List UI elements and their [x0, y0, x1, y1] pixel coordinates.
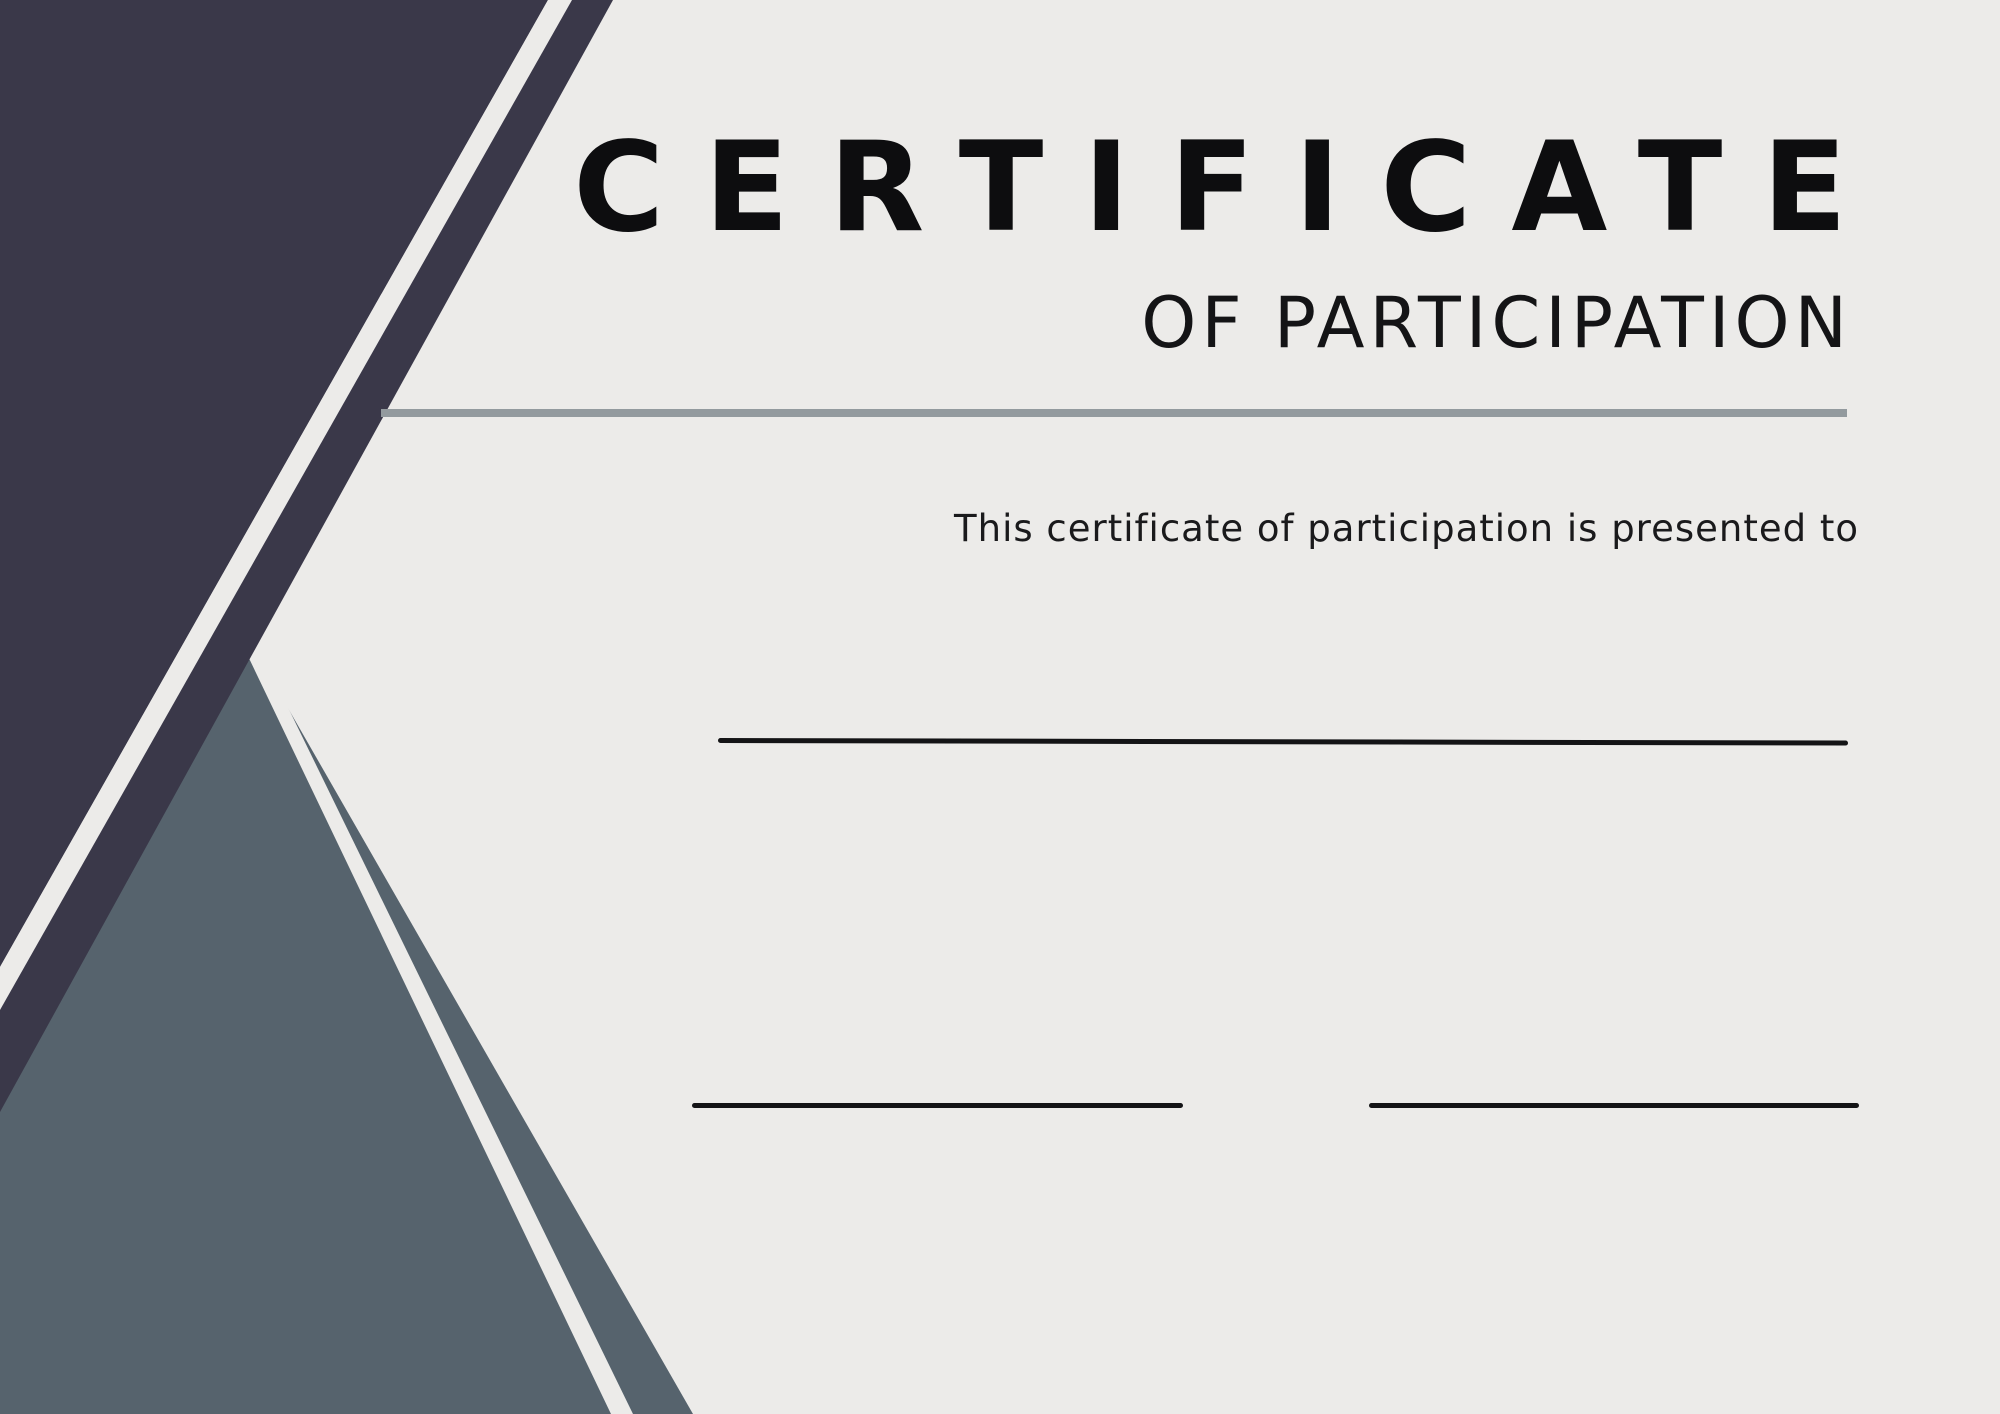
certificate: CERTIFICATE OF PARTICIPATION This certif…: [0, 0, 2000, 1414]
certificate-title: CERTIFICATE: [573, 116, 1887, 260]
signature-line-right: [1369, 1103, 1859, 1108]
signature-line-left: [692, 1103, 1183, 1108]
presented-to-text: This certificate of participation is pre…: [954, 507, 1859, 550]
certificate-subtitle: OF PARTICIPATION: [1141, 282, 1852, 364]
title-divider: [381, 409, 1847, 417]
